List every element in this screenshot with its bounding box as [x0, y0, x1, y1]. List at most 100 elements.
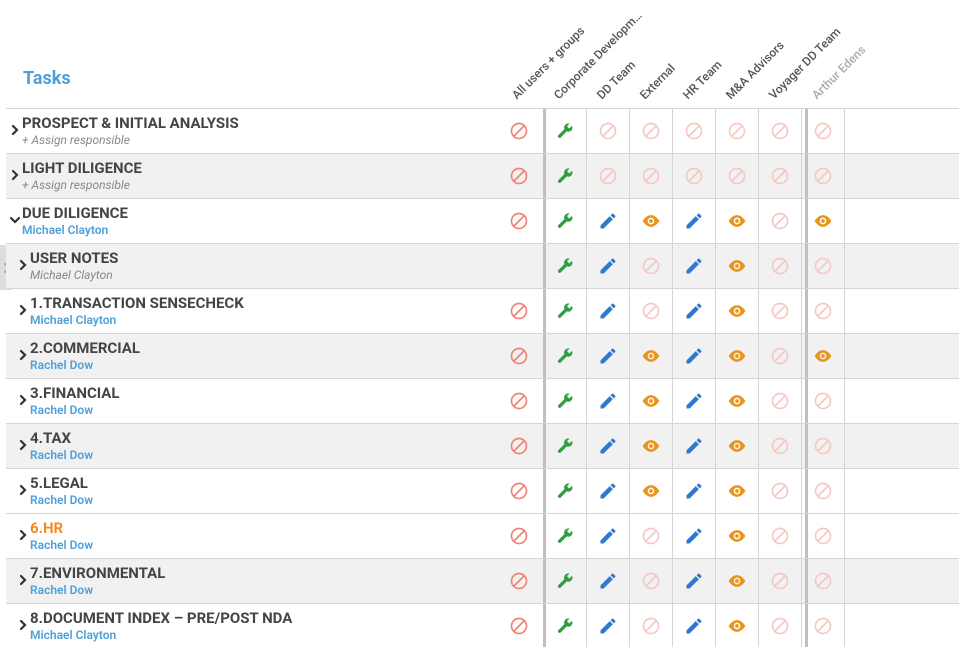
- permission-cell[interactable]: [715, 244, 758, 288]
- permission-cell[interactable]: [672, 379, 715, 423]
- assign-responsible-hint[interactable]: + Assign responsible: [22, 178, 142, 192]
- permission-cell[interactable]: [586, 559, 629, 603]
- permission-cell[interactable]: [495, 289, 543, 333]
- column-header[interactable]: DD Team: [594, 58, 638, 102]
- expand-toggle[interactable]: [16, 438, 30, 452]
- task-title[interactable]: 2.COMMERCIAL: [30, 339, 140, 357]
- permission-cell[interactable]: [629, 109, 672, 153]
- permission-cell[interactable]: [586, 199, 629, 243]
- permission-cell[interactable]: [672, 469, 715, 513]
- permission-cell[interactable]: [715, 109, 758, 153]
- permission-cell[interactable]: [543, 154, 586, 198]
- assignee-link[interactable]: Rachel Dow: [30, 493, 93, 507]
- permission-cell[interactable]: [629, 244, 672, 288]
- expand-toggle[interactable]: [16, 348, 30, 362]
- permission-cell[interactable]: [758, 469, 801, 513]
- permission-cell[interactable]: [586, 469, 629, 513]
- permission-cell[interactable]: [715, 289, 758, 333]
- permission-cell[interactable]: [672, 244, 715, 288]
- permission-cell[interactable]: [672, 514, 715, 558]
- column-header[interactable]: Voyager DD Team: [766, 25, 843, 102]
- permission-cell[interactable]: [543, 244, 586, 288]
- permission-cell[interactable]: [715, 559, 758, 603]
- permission-cell[interactable]: [758, 244, 801, 288]
- permission-cell[interactable]: [629, 469, 672, 513]
- permission-cell[interactable]: [543, 424, 586, 468]
- permission-cell[interactable]: [758, 109, 801, 153]
- permission-cell[interactable]: [715, 469, 758, 513]
- permission-cell[interactable]: [586, 379, 629, 423]
- expand-toggle[interactable]: [16, 483, 30, 497]
- permission-cell[interactable]: [715, 514, 758, 558]
- expand-toggle[interactable]: [16, 258, 30, 272]
- assignee-link[interactable]: Rachel Dow: [30, 448, 93, 462]
- permission-cell[interactable]: [672, 559, 715, 603]
- permission-cell[interactable]: [715, 604, 758, 647]
- permission-cell[interactable]: [543, 379, 586, 423]
- permission-cell[interactable]: [495, 154, 543, 198]
- permission-cell[interactable]: [629, 559, 672, 603]
- expand-toggle[interactable]: [8, 168, 22, 182]
- permission-cell[interactable]: [543, 559, 586, 603]
- task-title[interactable]: 8.DOCUMENT INDEX – PRE/POST NDA: [30, 609, 292, 627]
- task-title[interactable]: 6.HR: [30, 519, 93, 537]
- permission-cell[interactable]: [586, 424, 629, 468]
- assignee-link[interactable]: Rachel Dow: [30, 583, 165, 597]
- permission-cell[interactable]: [495, 244, 543, 288]
- expand-toggle[interactable]: [16, 303, 30, 317]
- permission-cell[interactable]: [715, 154, 758, 198]
- permission-cell[interactable]: [495, 514, 543, 558]
- assignee-link[interactable]: Rachel Dow: [30, 358, 140, 372]
- permission-cell[interactable]: [672, 334, 715, 378]
- permission-cell[interactable]: [629, 424, 672, 468]
- permission-cell[interactable]: [629, 604, 672, 647]
- expand-toggle[interactable]: [16, 573, 30, 587]
- permission-cell[interactable]: [758, 424, 801, 468]
- permission-cell[interactable]: [629, 334, 672, 378]
- permission-cell[interactable]: [672, 154, 715, 198]
- permission-cell[interactable]: [758, 334, 801, 378]
- permission-cell[interactable]: [586, 109, 629, 153]
- task-title[interactable]: 3.FINANCIAL: [30, 384, 119, 402]
- permission-cell[interactable]: [586, 604, 629, 647]
- column-header[interactable]: HR Team: [680, 58, 724, 102]
- permission-cell[interactable]: [543, 514, 586, 558]
- permission-cell[interactable]: [758, 379, 801, 423]
- task-title[interactable]: PROSPECT & INITIAL ANALYSIS: [22, 114, 239, 132]
- permission-cell[interactable]: [758, 154, 801, 198]
- assignee-link[interactable]: Rachel Dow: [30, 403, 119, 417]
- task-title[interactable]: USER NOTES: [30, 249, 118, 267]
- assign-responsible-hint[interactable]: + Assign responsible: [22, 133, 239, 147]
- permission-cell[interactable]: [672, 604, 715, 647]
- task-title[interactable]: DUE DILIGENCE: [22, 204, 128, 222]
- permission-cell[interactable]: [672, 199, 715, 243]
- permission-cell[interactable]: [758, 604, 801, 647]
- permission-cell[interactable]: [543, 334, 586, 378]
- permission-cell[interactable]: [495, 469, 543, 513]
- task-title[interactable]: 7.ENVIRONMENTAL: [30, 564, 165, 582]
- assignee-link[interactable]: Michael Clayton: [30, 628, 292, 642]
- permission-cell[interactable]: [495, 379, 543, 423]
- permission-cell[interactable]: [629, 154, 672, 198]
- permission-cell[interactable]: [629, 514, 672, 558]
- permission-cell[interactable]: [715, 379, 758, 423]
- permission-cell[interactable]: [543, 604, 586, 647]
- assignee-link[interactable]: Rachel Dow: [30, 538, 93, 552]
- task-title[interactable]: 4.TAX: [30, 429, 93, 447]
- permission-cell[interactable]: [495, 334, 543, 378]
- expand-toggle[interactable]: [16, 393, 30, 407]
- permission-cell[interactable]: [586, 244, 629, 288]
- expand-toggle[interactable]: [8, 123, 22, 137]
- permission-cell[interactable]: [715, 334, 758, 378]
- permission-cell[interactable]: [758, 559, 801, 603]
- permission-cell[interactable]: [715, 424, 758, 468]
- permission-cell[interactable]: [758, 289, 801, 333]
- expand-toggle[interactable]: [8, 213, 22, 227]
- permission-cell[interactable]: [495, 559, 543, 603]
- assign-responsible-hint[interactable]: Michael Clayton: [30, 268, 118, 282]
- permission-cell[interactable]: [543, 199, 586, 243]
- task-title[interactable]: LIGHT DILIGENCE: [22, 159, 142, 177]
- permission-cell[interactable]: [543, 109, 586, 153]
- permission-cell[interactable]: [586, 514, 629, 558]
- permission-cell[interactable]: [495, 199, 543, 243]
